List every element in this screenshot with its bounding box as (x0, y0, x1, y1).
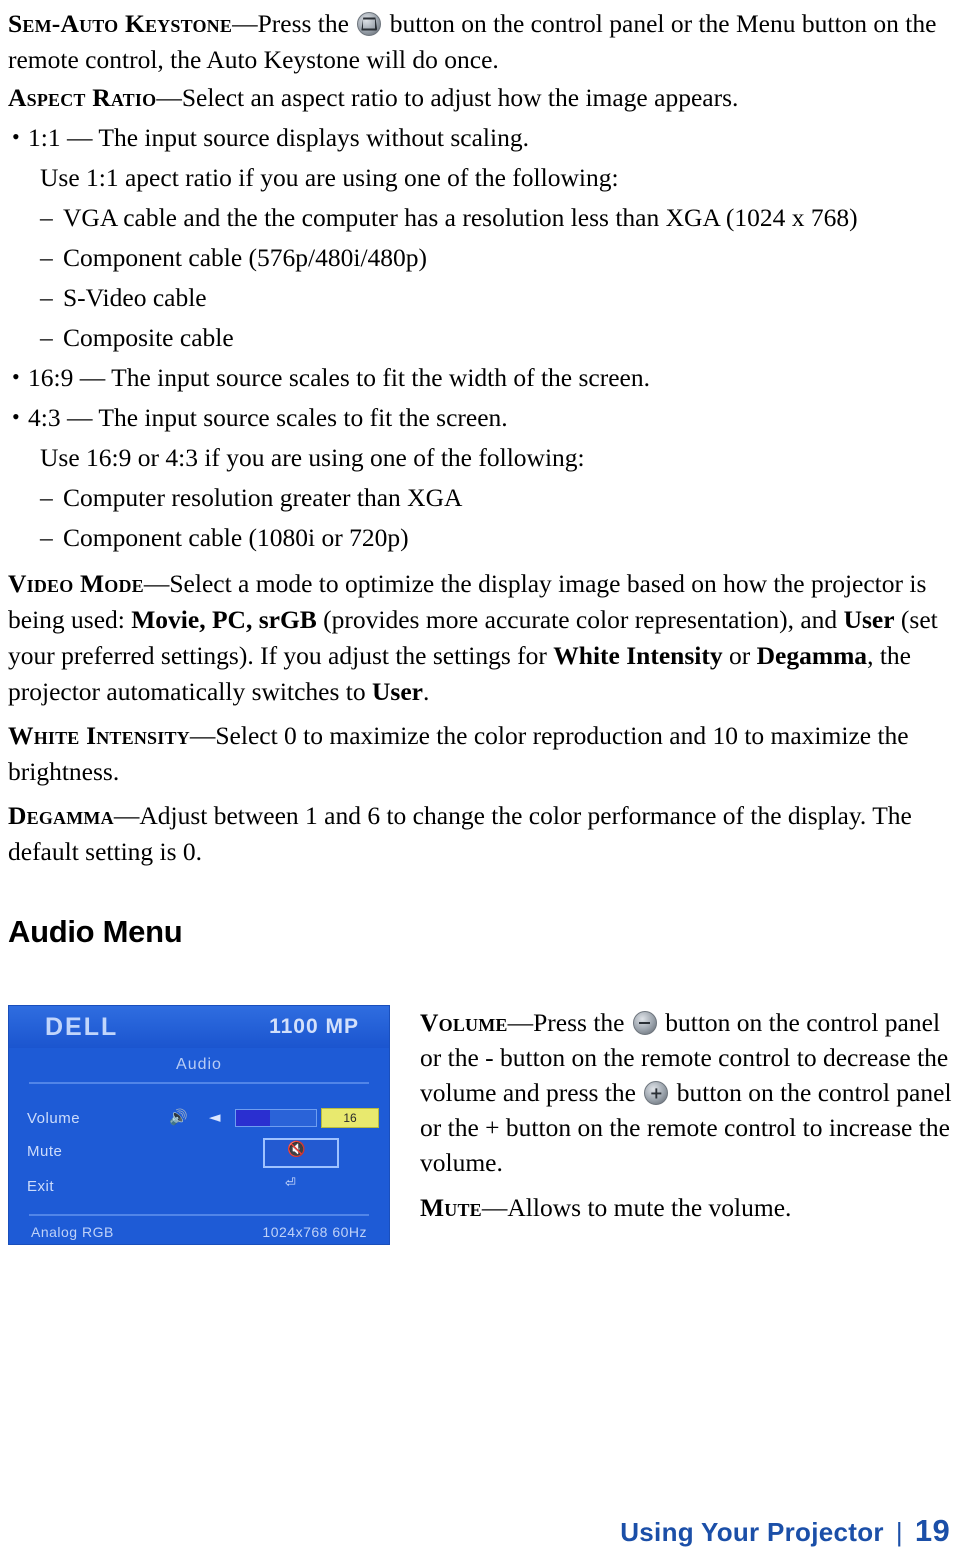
term-white-intensity: White Intensity (8, 721, 190, 750)
paragraph-aspect-ratio: Aspect Ratio—Select an aspect ratio to a… (8, 80, 952, 116)
video-mode-p2: (provides more accurate color representa… (316, 605, 844, 634)
footer-page-number: 19 (914, 1513, 950, 1548)
osd-row-volume-label: Volume (27, 1110, 81, 1127)
left-arrow-icon: ◄ (209, 1108, 221, 1126)
osd-source-label: Analog RGB (31, 1224, 114, 1240)
video-mode-b5: User (371, 677, 423, 706)
osd-divider-top (29, 1082, 369, 1084)
video-mode-b2: User (843, 605, 895, 634)
osd-model-label: 1100 MP (269, 1015, 359, 1038)
osd-menu-title: Audio (176, 1056, 222, 1073)
paragraph-semi-auto-keystone: Sem-Auto Keystone—Press the button on th… (8, 6, 952, 78)
dash-icon: – (40, 283, 53, 312)
term-degamma: Degamma (8, 801, 114, 830)
dash-icon: – (40, 523, 53, 552)
list-item-text: VGA cable and the the computer has a res… (63, 203, 858, 232)
list-item-text: Component cable (1080i or 720p) (63, 523, 409, 552)
list-item-text: 16:9 — The input source scales to fit th… (28, 363, 650, 392)
term-video-mode: Video Mode (8, 569, 144, 598)
exit-icon: ⏎ (285, 1176, 296, 1191)
list-item-text: Computer resolution greater than XGA (63, 483, 463, 512)
aspect-ratio-text: —Select an aspect ratio to adjust how th… (156, 83, 739, 112)
document-page: Sem-Auto Keystone—Press the button on th… (0, 0, 960, 1563)
osd-volume-value: 16 (321, 1108, 379, 1128)
term-mute: Mute (420, 1193, 482, 1222)
list-item: – Computer resolution greater than XGA (8, 478, 952, 518)
osd-divider-bottom (29, 1214, 369, 1216)
bullet-icon: • (12, 124, 20, 149)
dash-icon: – (40, 243, 53, 272)
list-item: – Component cable (576p/480i/480p) (8, 238, 952, 278)
minus-button-icon (632, 1011, 657, 1035)
list-item-text: S-Video cable (63, 283, 207, 312)
footer-section-title: Using Your Projector (620, 1517, 884, 1547)
dash-icon: – (40, 483, 53, 512)
paragraph-white-intensity: White Intensity—Select 0 to maximize the… (8, 718, 952, 790)
video-mode-b1: Movie, PC, srGB (131, 605, 317, 634)
volume-t1: —Press the (507, 1008, 631, 1037)
osd-volume-bar-fill (236, 1110, 270, 1126)
video-mode-p4: or (722, 641, 757, 670)
bullet-icon: • (12, 404, 20, 429)
keystone-button-icon (357, 12, 382, 36)
paragraph-volume: Volume—Press the button on the control p… (420, 1005, 960, 1180)
mute-text: —Allows to mute the volume. (481, 1193, 792, 1222)
osd-row-exit-label: Exit (27, 1178, 55, 1195)
mute-speaker-icon: 🔇 (287, 1140, 306, 1158)
video-mode-b3: White Intensity (553, 641, 723, 670)
list-item: Use 1:1 apect ratio if you are using one… (8, 158, 952, 198)
term-semi-auto-keystone: Sem-Auto Keystone (8, 9, 233, 38)
osd-screenshot: DELL 1100 MP Audio Volume 🔊 ◄ 16 Mute 🔇 … (8, 1005, 390, 1245)
plus-button-icon (644, 1081, 669, 1105)
page-footer: Using Your Projector | 19 (620, 1513, 950, 1549)
list-item: – Composite cable (8, 318, 952, 358)
semi-auto-keystone-text-before: —Press the (232, 9, 356, 38)
degamma-text: —Adjust between 1 and 6 to change the co… (8, 801, 912, 866)
list-item: – S-Video cable (8, 278, 952, 318)
footer-separator: | (895, 1517, 903, 1547)
list-item-text: Composite cable (63, 323, 234, 352)
osd-volume-bar (235, 1109, 317, 1127)
dell-logo: DELL (45, 1013, 119, 1041)
lower-text-column: Volume—Press the button on the control p… (420, 1005, 960, 1227)
list-item-text: Use 1:1 apect ratio if you are using one… (40, 163, 619, 192)
term-volume: Volume (420, 1008, 508, 1037)
video-mode-b4: Degamma (756, 641, 868, 670)
list-item: • 16:9 — The input source scales to fit t… (8, 358, 952, 398)
section-heading-audio-menu: Audio Menu (8, 914, 183, 949)
list-item: • 1:1 — The input source displays without… (8, 118, 952, 158)
speaker-icon: 🔊 (169, 1108, 188, 1126)
video-mode-p6: . (422, 677, 430, 706)
paragraph-video-mode: Video Mode—Select a mode to optimize the… (8, 566, 952, 710)
osd-resolution-label: 1024x768 60Hz (262, 1224, 367, 1240)
list-item: – VGA cable and the the computer has a re… (8, 198, 952, 238)
list-item: Use 16:9 or 4:3 if you are using one of … (8, 438, 952, 478)
list-item: – Component cable (1080i or 720p) (8, 518, 952, 558)
dash-icon: – (40, 323, 53, 352)
dash-icon: – (40, 203, 53, 232)
paragraph-degamma: Degamma—Adjust between 1 and 6 to change… (8, 798, 952, 870)
paragraph-mute: Mute—Allows to mute the volume. (420, 1190, 960, 1225)
list-item-text: 4:3 — The input source scales to fit the… (28, 403, 508, 432)
term-aspect-ratio: Aspect Ratio (8, 83, 157, 112)
list-item: • 4:3 — The input source scales to fit th… (8, 398, 952, 438)
list-item-text: Component cable (576p/480i/480p) (63, 243, 428, 272)
osd-row-mute-label: Mute (27, 1143, 63, 1160)
page-body: Sem-Auto Keystone—Press the button on th… (8, 6, 952, 968)
bullet-icon: • (12, 364, 20, 389)
list-item-text: 1:1 — The input source displays without … (28, 123, 529, 152)
list-item-text: Use 16:9 or 4:3 if you are using one of … (40, 443, 585, 472)
